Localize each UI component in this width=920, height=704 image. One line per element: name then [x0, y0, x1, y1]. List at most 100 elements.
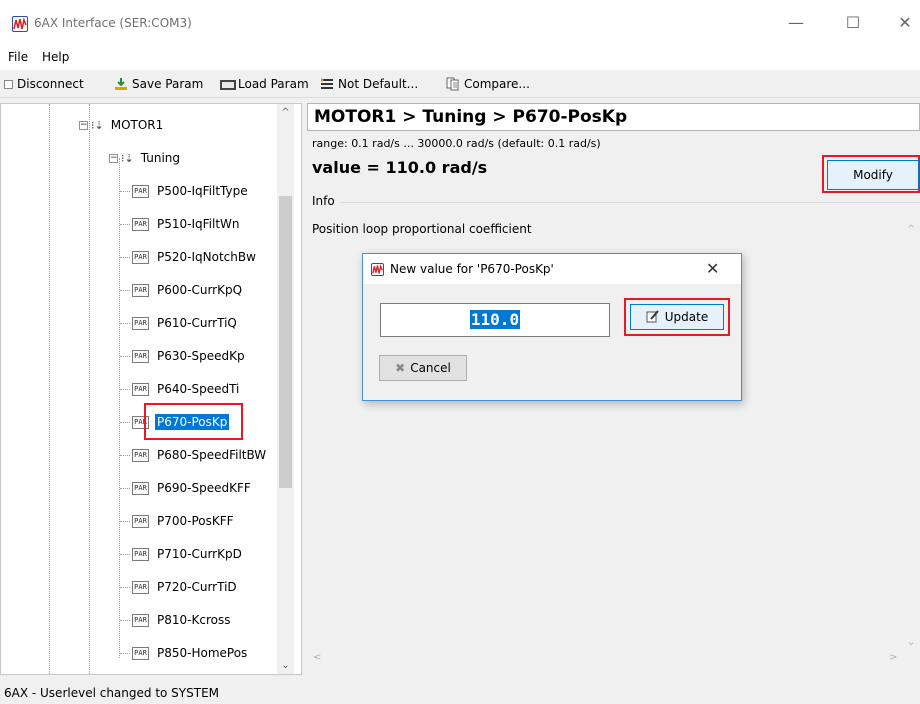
compare-button[interactable]: Compare...: [446, 76, 530, 92]
param-icon: PAR: [132, 349, 149, 363]
tree-node-label: P700-PosKFF: [157, 514, 234, 528]
tree-node-label: P510-IqFiltWn: [157, 217, 240, 231]
tree-param-p850[interactable]: PAR P850-HomePos: [120, 642, 249, 664]
tree-param-p690[interactable]: PAR P690-SpeedKFF: [120, 477, 253, 499]
tree-connector: [120, 421, 130, 423]
highlight-box-modify: Modify: [822, 155, 920, 193]
param-icon: PAR: [132, 580, 149, 594]
tree-connector: [120, 256, 130, 258]
tree-node-label: P720-CurrTiD: [157, 580, 237, 594]
dialog-titlebar: New value for 'P670-PosKp' ✕: [363, 254, 741, 284]
scroll-up-arrow-icon[interactable]: ^: [277, 104, 294, 121]
tree-param-p810[interactable]: PAR P810-Kcross: [120, 609, 232, 631]
modify-button[interactable]: Modify: [827, 160, 919, 190]
tree-node-motor1[interactable]: − ⁝⇣ MOTOR1: [79, 114, 165, 136]
tree-connector: [120, 454, 130, 456]
dialog-close-button[interactable]: ✕: [706, 259, 719, 278]
toolbar: Disconnect Save Param Load Param Not Def…: [0, 70, 920, 98]
tree-param-p630[interactable]: PAR P630-SpeedKp: [120, 345, 247, 367]
tree-connector: [120, 322, 130, 324]
tree-node-label: P810-Kcross: [157, 613, 231, 627]
new-value-input[interactable]: 110.0: [380, 303, 610, 337]
param-icon: PAR: [132, 646, 149, 660]
tree-node-label: P630-SpeedKp: [157, 349, 245, 363]
scroll-down-arrow-icon[interactable]: ⌄: [277, 657, 294, 674]
tree-guide-line: [49, 104, 50, 674]
tree-connector: [120, 553, 130, 555]
compare-icon: [446, 77, 460, 91]
info-description: Position loop proportional coefficient: [312, 222, 532, 236]
tree-connector: [120, 223, 130, 225]
tree-connector: [120, 619, 130, 621]
tree-param-p500[interactable]: PAR P500-IqFiltType: [120, 180, 250, 202]
tree-param-p520[interactable]: PAR P520-IqNotchBw: [120, 246, 258, 268]
load-param-button[interactable]: Load Param: [220, 76, 309, 92]
cancel-button[interactable]: ✖ Cancel: [379, 355, 467, 381]
tree-node-tuning[interactable]: − ⁝⇣ Tuning: [109, 147, 182, 169]
window-titlebar: 6AX Interface (SER:COM3) — ☐ ✕: [0, 0, 920, 44]
tree-param-p680[interactable]: PAR P680-SpeedFiltBW: [120, 444, 268, 466]
new-value-dialog: New value for 'P670-PosKp' ✕ 110.0 Updat…: [362, 253, 742, 401]
parameter-tree[interactable]: − ⁝⇣ MOTOR1 − ⁝⇣ Tuning PAR P500-IqFiltT…: [0, 103, 302, 675]
save-icon: [114, 77, 128, 91]
highlight-box-update: Update: [624, 298, 730, 336]
not-default-label: Not Default...: [338, 77, 419, 91]
param-icon: PAR: [132, 547, 149, 561]
param-range: range: 0.1 rad/s ... 30000.0 rad/s (defa…: [312, 137, 601, 150]
app-logo-icon: [12, 16, 28, 32]
scrollbar-thumb[interactable]: [279, 196, 292, 488]
update-button[interactable]: Update: [630, 304, 724, 330]
param-breadcrumb: MOTOR1 > Tuning > P670-PosKp: [307, 103, 920, 131]
param-icon: PAR: [132, 448, 149, 462]
tree-connector: [120, 520, 130, 522]
load-param-label: Load Param: [238, 77, 309, 91]
info-group-label: Info: [312, 194, 335, 208]
compare-label: Compare...: [464, 77, 530, 91]
tree-param-p640[interactable]: PAR P640-SpeedTi: [120, 378, 241, 400]
tree-param-p600[interactable]: PAR P600-CurrKpQ: [120, 279, 244, 301]
close-button[interactable]: ✕: [890, 12, 920, 34]
tree-node-label: Tuning: [140, 151, 180, 165]
tree-node-label: P610-CurrTiQ: [157, 316, 237, 330]
tree-param-p710[interactable]: PAR P710-CurrKpD: [120, 543, 244, 565]
tree-node-label: P690-SpeedKFF: [157, 481, 251, 495]
scroll-left-arrow-icon[interactable]: <: [313, 652, 321, 663]
param-icon: PAR: [132, 382, 149, 396]
disconnect-label: Disconnect: [17, 77, 84, 91]
param-icon: PAR: [132, 613, 149, 627]
tree-connector: [120, 190, 130, 192]
save-param-button[interactable]: Save Param: [114, 76, 203, 92]
maximize-button[interactable]: ☐: [838, 12, 868, 34]
disconnect-button[interactable]: Disconnect: [4, 76, 84, 92]
collapse-icon[interactable]: −: [109, 153, 118, 163]
status-bar: 6AX - Userlevel changed to SYSTEM: [4, 686, 220, 700]
menu-help[interactable]: Help: [42, 50, 69, 64]
collapse-icon[interactable]: −: [79, 120, 88, 130]
save-param-label: Save Param: [132, 77, 204, 91]
minimize-button[interactable]: —: [781, 12, 811, 34]
param-icon: PAR: [132, 283, 149, 297]
tree-param-p700[interactable]: PAR P700-PosKFF: [120, 510, 236, 532]
motor-node-icon: ⁝⇣: [91, 118, 104, 132]
param-icon: PAR: [132, 514, 149, 528]
tree-node-label: MOTOR1: [110, 118, 164, 132]
tree-node-label: P850-HomePos: [157, 646, 248, 660]
app-logo-icon: [371, 263, 384, 276]
param-icon: PAR: [132, 316, 149, 330]
tree-node-label: P640-SpeedTi: [157, 382, 240, 396]
not-default-button[interactable]: Not Default...: [320, 76, 418, 92]
scroll-up-arrow-icon[interactable]: ^: [907, 224, 915, 235]
menu-file[interactable]: File: [8, 50, 28, 64]
tree-param-p510[interactable]: PAR P510-IqFiltWn: [120, 213, 242, 235]
tree-param-p720[interactable]: PAR P720-CurrTiD: [120, 576, 239, 598]
info-group-divider: [340, 202, 920, 203]
tree-param-p610[interactable]: PAR P610-CurrTiQ: [120, 312, 239, 334]
dialog-title: New value for 'P670-PosKp': [390, 262, 554, 276]
scroll-down-arrow-icon[interactable]: ⌄: [907, 637, 915, 648]
tree-connector: [120, 289, 130, 291]
window-title: 6AX Interface (SER:COM3): [34, 16, 192, 30]
highlight-box-tree: [144, 403, 243, 440]
tree-scrollbar[interactable]: ^ ⌄: [277, 104, 294, 674]
disconnect-icon: [4, 80, 13, 89]
scroll-right-arrow-icon[interactable]: >: [889, 652, 897, 663]
